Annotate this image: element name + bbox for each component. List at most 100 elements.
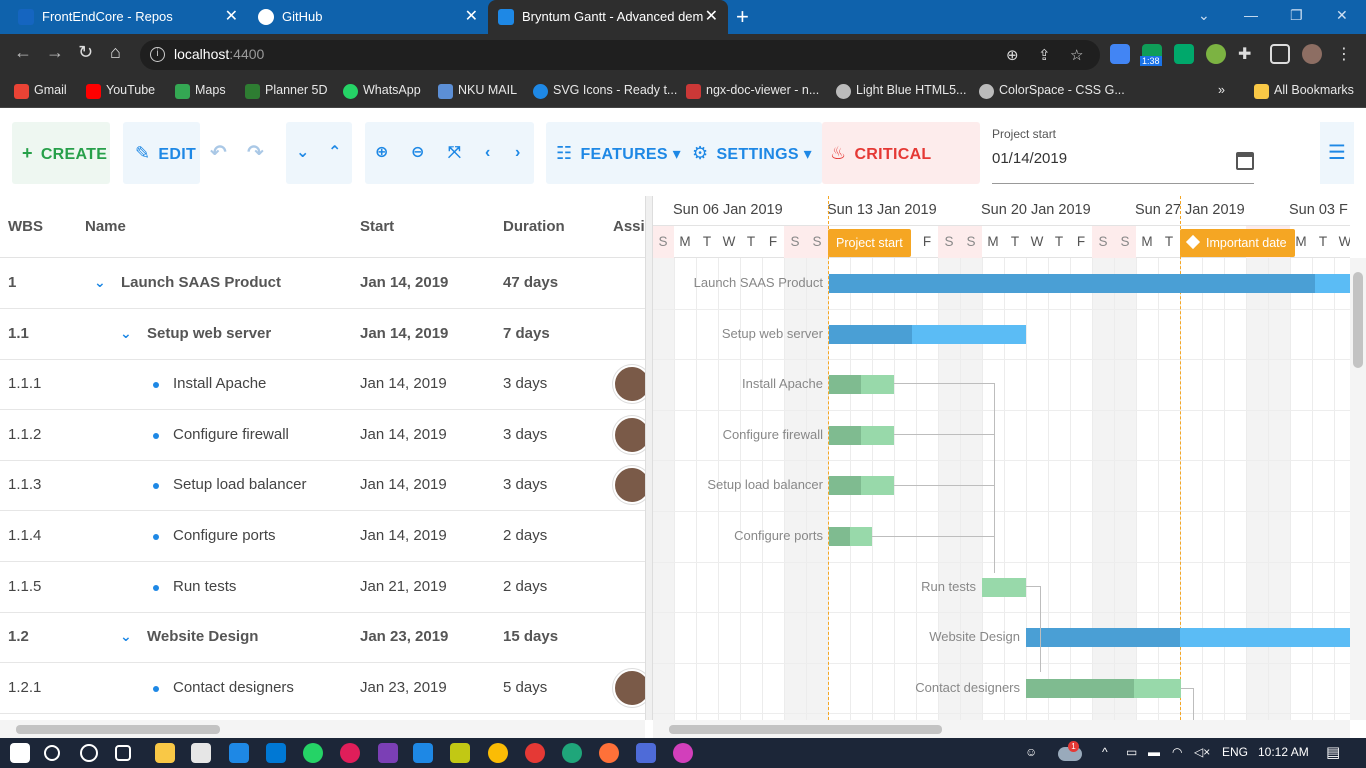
duration-cell[interactable]: 2 days	[503, 578, 547, 595]
timer-extension-icon[interactable]: 1:38	[1140, 44, 1162, 66]
zoom-icon[interactable]: ⊕	[1006, 46, 1019, 64]
close-tab-icon[interactable]: ✕	[705, 0, 718, 34]
settings-button[interactable]: ⚙ SETTINGS ▾	[692, 122, 812, 184]
bookmark-whatsapp[interactable]: WhatsApp	[343, 83, 421, 99]
start-date-cell[interactable]: Jan 14, 2019	[360, 426, 447, 443]
bookmark-colorspace[interactable]: ColorSpace - CSS G...	[979, 83, 1125, 99]
profile-avatar[interactable]	[1302, 44, 1322, 64]
media-player-icon[interactable]	[636, 743, 656, 763]
all-bookmarks[interactable]: All Bookmarks	[1254, 83, 1354, 99]
vertical-scrollbar[interactable]	[1350, 258, 1366, 720]
task-bar[interactable]	[829, 425, 894, 445]
bookmark-gmail[interactable]: Gmail	[14, 83, 67, 99]
tab-search-icon[interactable]: ⌄	[1198, 0, 1210, 30]
table-row[interactable]: 1.1.2 Configure firewall Jan 14, 2019 3 day…	[0, 410, 645, 461]
volume-muted-icon[interactable]: ◁×	[1194, 745, 1210, 759]
hamburger-menu-icon[interactable]: ☰	[1320, 122, 1354, 184]
collapse-chevron-icon[interactable]: ⌄	[120, 628, 132, 645]
task-name-cell[interactable]: Website Design	[147, 628, 258, 645]
scroll-thumb[interactable]	[16, 725, 220, 734]
column-header-wbs[interactable]: WBS	[8, 218, 43, 235]
clock-extension-icon[interactable]	[1206, 44, 1226, 64]
project-start-flag[interactable]: Project start	[828, 229, 911, 257]
opera-icon[interactable]	[525, 743, 545, 763]
column-header-duration[interactable]: Duration	[503, 218, 565, 235]
task-name-cell[interactable]: Contact designers	[173, 679, 294, 696]
previous-icon[interactable]: ‹	[485, 122, 491, 184]
wifi-icon[interactable]: ◠	[1172, 745, 1182, 759]
dependency-line[interactable]	[1026, 586, 1040, 587]
table-row[interactable]: 1.2 ⌄ Website Design Jan 23, 2019 15 days	[0, 612, 645, 664]
start-date-cell[interactable]: Jan 14, 2019	[360, 325, 448, 342]
clock[interactable]: 10:12 AM	[1258, 745, 1309, 759]
zoom-in-icon[interactable]: ⊕	[375, 122, 389, 184]
start-date-cell[interactable]: Jan 14, 2019	[360, 274, 448, 291]
summary-bar[interactable]	[1026, 628, 1350, 648]
search-icon[interactable]	[44, 745, 60, 761]
bookmark-youtube[interactable]: YouTube	[86, 83, 155, 99]
task-name-cell[interactable]: Setup load balancer	[173, 476, 306, 493]
collapse-all-icon[interactable]: ⌃	[328, 122, 342, 184]
vscode-icon[interactable]	[413, 743, 433, 763]
minimize-button[interactable]: —	[1244, 0, 1258, 30]
new-tab-button[interactable]: +	[736, 0, 749, 34]
app-icon[interactable]	[450, 743, 470, 763]
notifications-icon[interactable]: ▤	[1326, 743, 1340, 761]
task-bar[interactable]	[1026, 678, 1181, 698]
visual-studio-icon[interactable]	[378, 743, 398, 763]
table-row[interactable]: 1.1.1 Install Apache Jan 14, 2019 3 days	[0, 359, 645, 411]
table-row[interactable]: 1.1.4 Configure ports Jan 14, 2019 2 days	[0, 511, 645, 562]
file-explorer-icon[interactable]	[155, 743, 175, 763]
dependency-line[interactable]	[894, 383, 994, 384]
bookmark-nku-mail[interactable]: NKU MAIL	[438, 83, 517, 99]
hotjar-extension-icon[interactable]	[1174, 44, 1194, 64]
redo-icon[interactable]: ↷	[247, 122, 264, 184]
firefox-icon[interactable]	[599, 743, 619, 763]
bookmarks-overflow-icon[interactable]: »	[1218, 83, 1225, 97]
share-icon[interactable]: ⇪	[1038, 46, 1051, 64]
bookmark-maps[interactable]: Maps	[175, 83, 226, 99]
task-bar[interactable]	[982, 577, 1026, 597]
duration-cell[interactable]: 7 days	[503, 325, 550, 342]
close-window-button[interactable]: ✕	[1336, 0, 1348, 30]
table-row[interactable]: 1 ⌄ Launch SAAS Product Jan 14, 2019 47 days	[0, 258, 645, 309]
create-button[interactable]: + CREATE	[12, 122, 110, 184]
table-row[interactable]: 1.1.3 Setup load balancer Jan 14, 2019 3 da…	[0, 460, 645, 512]
mail-icon[interactable]	[229, 743, 249, 763]
bookmark-planner5d[interactable]: Planner 5D	[245, 83, 328, 99]
project-start-field[interactable]: 01/14/2019	[992, 150, 1254, 184]
critical-paths-button[interactable]: ♨CRITICAL PATHS	[822, 122, 980, 225]
chrome-icon[interactable]	[488, 743, 508, 763]
edit-button[interactable]: ✎ EDIT	[123, 122, 200, 184]
task-bar[interactable]	[829, 375, 894, 395]
gantt-horizontal-scrollbar[interactable]	[653, 720, 1350, 738]
summary-bar[interactable]	[829, 324, 1026, 344]
tab-github[interactable]: GitHub ✕	[248, 0, 488, 34]
dependency-line[interactable]	[1181, 688, 1193, 689]
home-icon[interactable]: ⌂	[110, 42, 121, 63]
table-row[interactable]: 1.1 ⌄ Setup web server Jan 14, 2019 7 days	[0, 309, 645, 360]
bookmark-svg-icons[interactable]: SVG Icons - Ready t...	[533, 83, 677, 99]
site-info-icon[interactable]: i	[150, 47, 165, 62]
scroll-thumb[interactable]	[669, 725, 942, 734]
next-icon[interactable]: ›	[515, 122, 521, 184]
table-row[interactable]: 1.2.1 Contact designers Jan 23, 2019 5 days	[0, 663, 645, 714]
expand-all-icon[interactable]: ⌄	[296, 122, 310, 184]
battery-icon[interactable]: ▬	[1148, 745, 1160, 759]
avatar[interactable]	[613, 415, 645, 454]
address-bar[interactable]: i localhost:4400 ⊕ ⇪ ☆	[140, 40, 1100, 70]
collapse-chevron-icon[interactable]: ⌄	[120, 325, 132, 342]
avatar[interactable]	[613, 466, 645, 505]
tray-chevron-icon[interactable]: ^	[1102, 745, 1108, 759]
splitter[interactable]	[645, 196, 653, 720]
back-icon[interactable]: ←	[14, 42, 32, 63]
start-date-cell[interactable]: Jan 14, 2019	[360, 375, 447, 392]
bookmark-star-icon[interactable]: ☆	[1070, 46, 1083, 64]
cortana-icon[interactable]	[80, 744, 98, 762]
task-name-cell[interactable]: Configure ports	[173, 527, 276, 544]
forward-icon[interactable]: →	[46, 42, 64, 63]
dependency-line[interactable]	[894, 485, 994, 486]
summary-bar[interactable]	[829, 274, 1350, 293]
task-name-cell[interactable]: Install Apache	[173, 375, 266, 392]
task-name-cell[interactable]: Setup web server	[147, 325, 271, 342]
